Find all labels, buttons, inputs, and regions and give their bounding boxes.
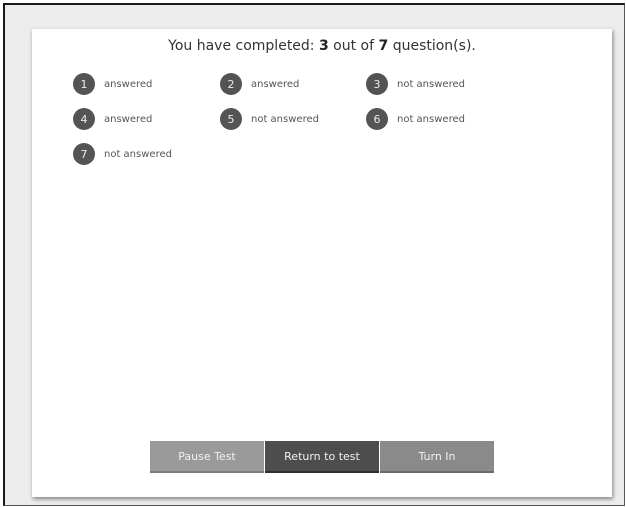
completed-count: 3 bbox=[318, 38, 329, 54]
return-to-test-button[interactable]: Return to test bbox=[265, 441, 379, 473]
question-number-badge[interactable]: 5 bbox=[220, 108, 242, 130]
turn-in-button[interactable]: Turn In bbox=[380, 441, 494, 473]
question-item-5[interactable]: 5 not answered bbox=[220, 108, 319, 130]
window-frame: You have completed: 3 out of 7 question(… bbox=[3, 3, 625, 506]
pause-test-button[interactable]: Pause Test bbox=[150, 441, 264, 473]
question-status: not answered bbox=[397, 113, 465, 125]
summary-middle: out of bbox=[328, 38, 379, 54]
question-number-badge[interactable]: 4 bbox=[73, 108, 95, 130]
question-number-badge[interactable]: 7 bbox=[73, 143, 95, 165]
question-status: not answered bbox=[397, 78, 465, 90]
question-item-3[interactable]: 3 not answered bbox=[366, 73, 465, 95]
question-item-7[interactable]: 7 not answered bbox=[73, 143, 172, 165]
question-item-6[interactable]: 6 not answered bbox=[366, 108, 465, 130]
question-status: not answered bbox=[104, 148, 172, 160]
question-number-badge[interactable]: 1 bbox=[73, 73, 95, 95]
question-number-badge[interactable]: 2 bbox=[220, 73, 242, 95]
question-number-badge[interactable]: 3 bbox=[366, 73, 388, 95]
question-item-4[interactable]: 4 answered bbox=[73, 108, 152, 130]
question-status: answered bbox=[104, 78, 153, 90]
question-status: answered bbox=[104, 113, 153, 125]
completion-summary: You have completed: 3 out of 7 question(… bbox=[32, 38, 612, 54]
summary-prefix: You have completed: bbox=[168, 38, 319, 54]
question-status: not answered bbox=[251, 113, 319, 125]
review-panel: You have completed: 3 out of 7 question(… bbox=[32, 29, 612, 497]
summary-suffix: question(s). bbox=[388, 38, 476, 54]
question-number-badge[interactable]: 6 bbox=[366, 108, 388, 130]
question-item-2[interactable]: 2 answered bbox=[220, 73, 299, 95]
question-status: answered bbox=[251, 78, 300, 90]
question-item-1[interactable]: 1 answered bbox=[73, 73, 152, 95]
total-count: 7 bbox=[378, 38, 389, 54]
